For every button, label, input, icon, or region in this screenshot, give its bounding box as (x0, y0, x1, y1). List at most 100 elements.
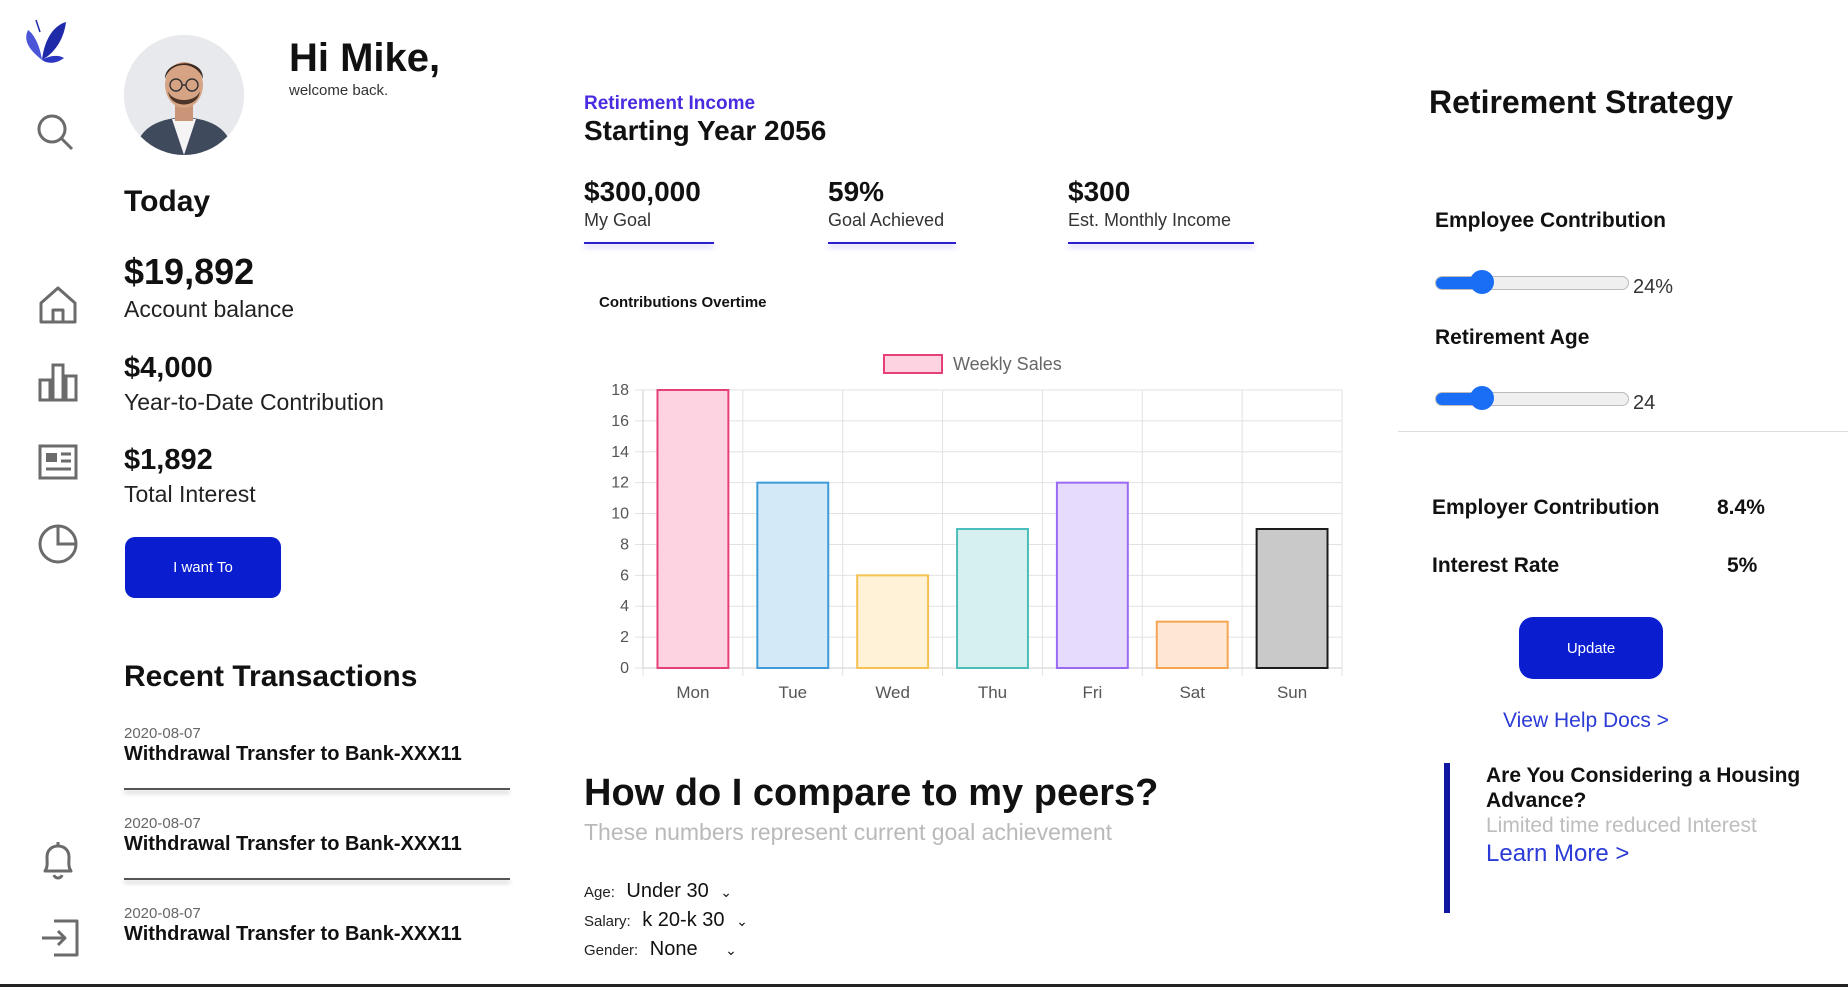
peers-title: How do I compare to my peers? (584, 772, 1159, 814)
total-interest-value: $1,892 (124, 444, 213, 476)
x-tick-label: Tue (778, 683, 807, 702)
greeting: Hi Mike, (289, 36, 441, 80)
account-balance-label: Account balance (124, 296, 295, 322)
news-icon[interactable] (38, 444, 78, 480)
transaction-item[interactable]: 2020-08-07 Withdrawal Transfer to Bank-X… (124, 725, 510, 790)
x-tick-label: Wed (875, 683, 910, 702)
search-icon[interactable] (35, 112, 75, 152)
transaction-description: Withdrawal Transfer to Bank-XXX11 (124, 923, 462, 945)
x-tick-label: Mon (676, 683, 709, 702)
chart-title: Contributions Overtime (599, 294, 767, 311)
logout-icon[interactable] (40, 918, 80, 958)
recent-transactions-title: Recent Transactions (124, 660, 418, 693)
gender-filter: Gender: None ⌄ (584, 938, 737, 961)
transaction-date: 2020-08-07 (124, 815, 201, 832)
monthly-income-stat: $300 Est. Monthly Income (1068, 176, 1254, 244)
transaction-description: Withdrawal Transfer to Bank-XXX11 (124, 743, 462, 765)
update-button[interactable]: Update (1519, 617, 1663, 679)
bar-tue (756, 481, 830, 669)
bar-sun (1255, 528, 1329, 669)
transaction-description: Withdrawal Transfer to Bank-XXX11 (124, 833, 462, 855)
goal-stat: $300,000 My Goal (584, 176, 714, 244)
bar-fri (1055, 481, 1129, 669)
welcome-text: welcome back. (289, 82, 389, 99)
bar-chart-icon[interactable] (38, 362, 78, 402)
age-filter-label: Age: (584, 884, 615, 901)
contributions-bar-chart: 0 2 4 6 8 10 12 14 16 18 Mon Tue Wed Thu Fri Sat Sun Week… (611, 354, 1343, 702)
y-tick-label: 12 (611, 475, 629, 492)
y-tick-label: 2 (620, 629, 629, 646)
goal-achieved-value: 59% (828, 176, 885, 207)
bar-wed (856, 574, 930, 669)
section-divider (1398, 431, 1848, 432)
home-icon[interactable] (38, 285, 78, 325)
promo-title: Are You Considering a Housing Advance? (1486, 764, 1801, 812)
transaction-item[interactable]: 2020-08-07 Withdrawal Transfer to Bank-X… (124, 905, 510, 946)
retirement-age-value: 24 (1633, 392, 1656, 414)
goal-achieved-label: Goal Achieved (828, 210, 945, 230)
bar-thu (956, 528, 1029, 669)
promo-subtitle: Limited time reduced Interest (1486, 814, 1757, 837)
pie-chart-icon[interactable] (37, 523, 79, 565)
slider-thumb[interactable] (1470, 270, 1494, 294)
transaction-date: 2020-08-07 (124, 905, 201, 922)
chevron-down-icon[interactable]: ⌄ (736, 913, 748, 929)
employee-contribution-slider[interactable] (1435, 270, 1629, 294)
view-help-docs-link[interactable]: View Help Docs > (1503, 709, 1669, 733)
goal-achieved-stat: 59% Goal Achieved (828, 176, 956, 244)
retirement-start-year: Starting Year 2056 (584, 115, 827, 146)
x-tick-label: Sun (1277, 683, 1307, 702)
butterfly-logo-icon[interactable] (12, 12, 70, 70)
age-filter: Age: Under 30 ⌄ (584, 880, 732, 903)
salary-filter: Salary: k 20-k 30 ⌄ (584, 909, 748, 932)
avatar (124, 35, 244, 155)
y-tick-label: 10 (611, 506, 629, 523)
x-tick-label: Sat (1179, 683, 1205, 702)
chevron-down-icon[interactable]: ⌄ (720, 884, 732, 900)
transaction-divider (124, 788, 510, 790)
retirement-age-slider[interactable] (1435, 386, 1629, 410)
y-tick-label: 6 (620, 567, 629, 584)
transaction-date: 2020-08-07 (124, 725, 201, 742)
gender-filter-label: Gender: (584, 942, 639, 959)
salary-select[interactable]: k 20-k 30 (642, 909, 724, 931)
peers-subtitle: These numbers represent current goal ach… (584, 819, 1113, 845)
promo-accent-bar (1444, 763, 1450, 913)
retirement-strategy-title: Retirement Strategy (1429, 84, 1734, 120)
transaction-divider (124, 878, 510, 880)
i-want-to-button[interactable]: I want To (125, 537, 281, 598)
goal-underline (584, 242, 714, 244)
ytd-contribution-label: Year-to-Date Contribution (124, 389, 384, 415)
ytd-contribution-value: $4,000 (124, 352, 213, 384)
retirement-income-label: Retirement Income (584, 93, 756, 114)
interest-rate-label: Interest Rate (1432, 554, 1560, 577)
total-interest-label: Total Interest (124, 481, 256, 507)
bar-mon (656, 389, 730, 669)
today-title: Today (124, 185, 211, 218)
employer-contribution-value: 8.4% (1717, 496, 1765, 519)
monthly-income-label: Est. Monthly Income (1068, 210, 1232, 230)
employee-contribution-label: Employee Contribution (1435, 209, 1666, 232)
y-tick-label: 14 (611, 444, 629, 461)
employer-contribution-label: Employer Contribution (1432, 496, 1660, 519)
x-tick-label: Fri (1082, 683, 1102, 702)
x-tick-label: Thu (978, 683, 1007, 702)
chevron-down-icon[interactable]: ⌄ (725, 942, 737, 958)
employee-contribution-value: 24% (1633, 276, 1674, 298)
y-tick-label: 8 (620, 536, 629, 553)
goal-label: My Goal (584, 210, 652, 230)
account-balance-value: $19,892 (124, 251, 255, 292)
bell-icon[interactable] (38, 840, 78, 882)
interest-rate-value: 5% (1727, 554, 1758, 577)
y-tick-label: 0 (620, 660, 629, 677)
monthly-income-value: $300 (1068, 176, 1131, 207)
y-tick-label: 16 (611, 413, 629, 430)
retirement-age-label: Retirement Age (1435, 326, 1590, 349)
y-tick-label: 18 (611, 382, 629, 399)
learn-more-link[interactable]: Learn More > (1486, 840, 1629, 868)
age-select[interactable]: Under 30 (626, 880, 708, 902)
bar-sat (1155, 620, 1229, 669)
gender-select[interactable]: None (650, 938, 698, 960)
transaction-item[interactable]: 2020-08-07 Withdrawal Transfer to Bank-X… (124, 815, 510, 880)
slider-thumb[interactable] (1470, 386, 1494, 410)
